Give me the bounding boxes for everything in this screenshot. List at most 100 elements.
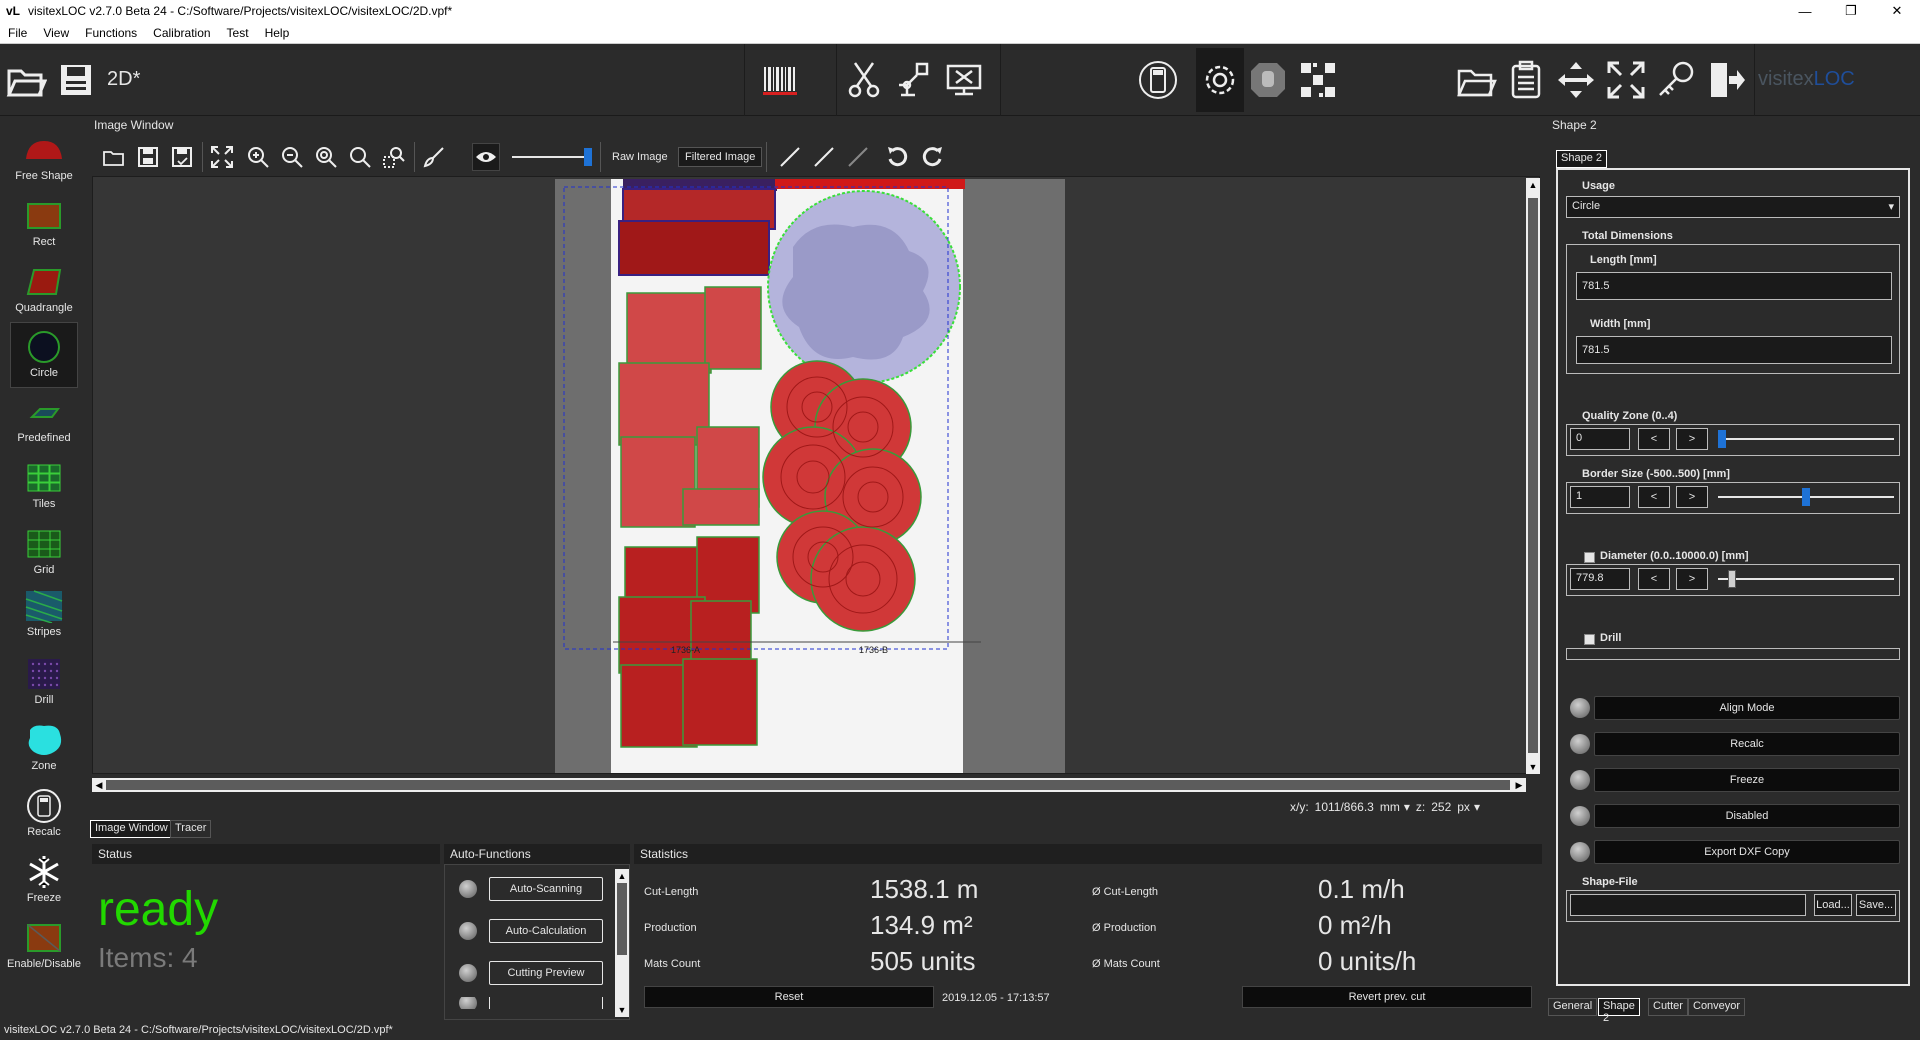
zoom-reset-icon[interactable] <box>346 143 374 171</box>
zoom-out-icon[interactable] <box>278 143 306 171</box>
unit-select-xy[interactable]: mm ▾ <box>1380 800 1410 814</box>
border-size-slider-thumb[interactable] <box>1802 488 1810 506</box>
scissors-icon[interactable] <box>842 58 886 102</box>
scroll-thumb[interactable] <box>1528 198 1538 753</box>
palette-drill[interactable]: Drill <box>10 650 78 716</box>
line-tool-2-icon[interactable] <box>810 143 838 171</box>
border-size-decrement[interactable]: < <box>1638 486 1670 508</box>
tab-general[interactable]: General <box>1548 998 1598 1016</box>
export-dxf-button[interactable]: Export DXF Copy <box>1594 840 1900 864</box>
scroll-up-icon[interactable]: ▲ <box>1526 178 1540 192</box>
scroll-up-icon[interactable]: ▲ <box>615 869 629 883</box>
palette-stripes[interactable]: Stripes <box>10 582 78 648</box>
zoom-fit-icon[interactable] <box>312 143 340 171</box>
tab-cutter[interactable]: Cutter <box>1648 998 1688 1016</box>
palette-tiles[interactable]: Tiles <box>10 454 78 520</box>
reset-button[interactable]: Reset <box>644 986 934 1008</box>
quality-zone-increment[interactable]: > <box>1676 428 1708 450</box>
border-size-input[interactable]: 1 <box>1570 486 1630 508</box>
auto-scanning-button[interactable]: Auto-Scanning <box>489 877 603 901</box>
maximize-button[interactable]: ❐ <box>1828 0 1874 22</box>
quality-zone-decrement[interactable]: < <box>1638 428 1670 450</box>
shape-file-input[interactable] <box>1570 894 1806 916</box>
palette-grid[interactable]: Grid <box>10 520 78 586</box>
drill-checkbox[interactable] <box>1584 634 1595 645</box>
palette-free-shape[interactable]: Free Shape <box>10 126 78 192</box>
scroll-down-icon[interactable]: ▼ <box>615 1003 629 1017</box>
gear-settings-icon[interactable] <box>1196 48 1244 112</box>
menu-file[interactable]: File <box>0 26 35 40</box>
hidden-function-button[interactable] <box>489 997 603 1009</box>
palette-freeze[interactable]: Freeze <box>10 848 78 914</box>
revert-button[interactable]: Revert prev. cut <box>1242 986 1532 1008</box>
scroll-left-icon[interactable]: ◀ <box>92 778 106 792</box>
scroll-thumb[interactable] <box>617 883 627 955</box>
length-input[interactable]: 781.5 <box>1576 272 1892 300</box>
zoom-region-icon[interactable] <box>380 143 408 171</box>
eye-icon[interactable] <box>472 143 500 171</box>
menu-view[interactable]: View <box>35 26 77 40</box>
palette-quadrangle[interactable]: Quadrangle <box>10 258 78 324</box>
tab-image-window[interactable]: Image Window <box>90 820 173 838</box>
auto-functions-scrollbar[interactable]: ▲ ▼ <box>615 869 629 1017</box>
filtered-image-toggle[interactable]: Filtered Image <box>678 147 763 167</box>
palette-enable-disable[interactable]: Enable/Disable <box>7 914 81 980</box>
horizontal-scrollbar[interactable]: ◀ ▶ <box>92 778 1526 792</box>
usage-select[interactable]: Circle ▾ <box>1566 196 1900 218</box>
menu-calibration[interactable]: Calibration <box>145 26 218 40</box>
open-folder-icon[interactable] <box>4 58 48 102</box>
open-image-icon[interactable] <box>100 143 128 171</box>
palette-predefined[interactable]: Predefined <box>10 388 78 454</box>
zoom-in-icon[interactable] <box>244 143 272 171</box>
fit-view-icon[interactable] <box>208 143 236 171</box>
diameter-decrement[interactable]: < <box>1638 568 1670 590</box>
menu-help[interactable]: Help <box>257 26 298 40</box>
recalc-button[interactable]: Recalc <box>1594 732 1900 756</box>
width-input[interactable]: 781.5 <box>1576 336 1892 364</box>
image-canvas[interactable]: 1736-A 1736-B <box>92 176 1540 774</box>
line-tool-icon[interactable] <box>776 143 804 171</box>
fit-expand-icon[interactable] <box>1604 58 1648 102</box>
stop-hand-icon[interactable] <box>1246 58 1290 102</box>
border-size-increment[interactable]: > <box>1676 486 1708 508</box>
freeze-button[interactable]: Freeze <box>1594 768 1900 792</box>
palette-recalc[interactable]: Recalc <box>10 782 78 848</box>
vertical-scrollbar[interactable]: ▲ ▼ <box>1526 178 1540 774</box>
palette-zone[interactable]: Zone <box>10 716 78 782</box>
load-button[interactable]: Load... <box>1814 894 1852 916</box>
exit-door-icon[interactable] <box>1704 58 1748 102</box>
disabled-button[interactable]: Disabled <box>1594 804 1900 828</box>
quality-zone-input[interactable]: 0 <box>1570 428 1630 450</box>
undo-icon[interactable] <box>884 143 912 171</box>
opacity-slider-thumb[interactable] <box>584 148 592 166</box>
tab-shape-2[interactable]: Shape 2 <box>1598 998 1640 1024</box>
palette-rect[interactable]: Rect <box>10 192 78 258</box>
save-button[interactable]: Save... <box>1856 894 1896 916</box>
opacity-slider-track[interactable] <box>512 156 592 158</box>
clipboard-icon[interactable] <box>1504 58 1548 102</box>
line-tool-3-icon[interactable] <box>844 143 872 171</box>
redo-icon[interactable] <box>918 143 946 171</box>
align-mode-button[interactable]: Align Mode <box>1594 696 1900 720</box>
raw-image-toggle[interactable]: Raw Image <box>606 147 674 167</box>
scan-image[interactable]: 1736-A 1736-B <box>93 177 1539 773</box>
cutting-preview-button[interactable]: Cutting Preview <box>489 961 603 985</box>
unit-select-z[interactable]: px ▾ <box>1457 800 1480 814</box>
save-as-icon[interactable] <box>168 143 196 171</box>
menu-functions[interactable]: Functions <box>77 26 145 40</box>
minimize-button[interactable]: — <box>1782 0 1828 22</box>
diameter-input[interactable]: 779.8 <box>1570 568 1630 590</box>
scroll-right-icon[interactable]: ▶ <box>1512 778 1526 792</box>
monitor-icon[interactable] <box>942 58 986 102</box>
diameter-checkbox[interactable] <box>1584 552 1595 563</box>
open-project-icon[interactable] <box>1454 58 1498 102</box>
calculator-icon[interactable] <box>1136 58 1180 102</box>
quality-zone-slider-track[interactable] <box>1718 438 1894 440</box>
close-button[interactable]: ✕ <box>1874 0 1920 22</box>
tab-shape-2-top[interactable]: Shape 2 <box>1556 150 1607 168</box>
tab-tracer[interactable]: Tracer <box>170 820 212 838</box>
diameter-slider-track[interactable] <box>1718 578 1894 580</box>
tab-conveyor[interactable]: Conveyor <box>1688 998 1746 1016</box>
brush-icon[interactable] <box>420 143 448 171</box>
scroll-thumb[interactable] <box>106 780 1510 790</box>
